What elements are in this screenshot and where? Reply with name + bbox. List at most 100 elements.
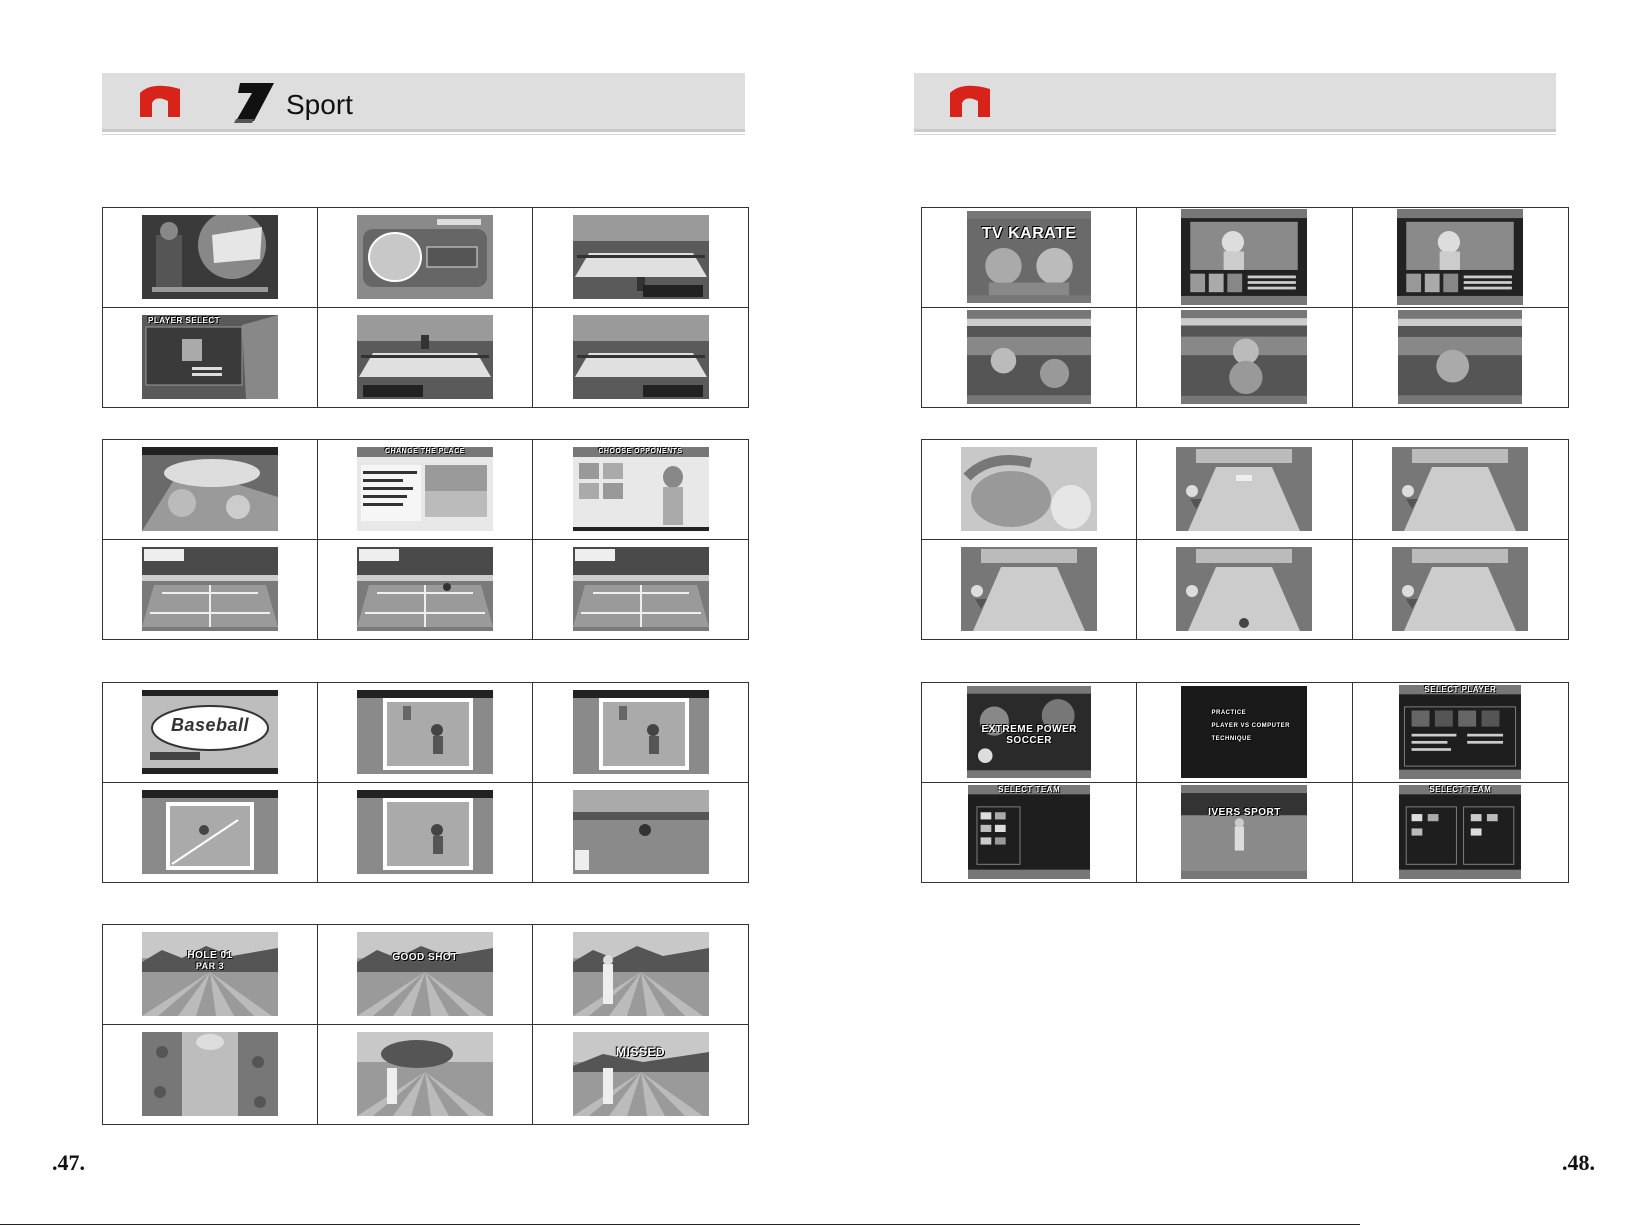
baseball-title-screen: Baseball [142,690,278,775]
baseball-batting-1 [357,690,493,775]
soccer-select-player: SELECT PLAYER [1399,685,1522,780]
screenshot-cell [533,925,748,1025]
screenshot-cell: IVERS SPORT [1137,782,1353,882]
thumb-caption: PLAYER SELECT [148,316,220,326]
karate-fighter-select-1 [1181,209,1308,306]
screenshot-cell [1353,540,1568,640]
brand-logo-icon [948,83,992,119]
thumb-caption: TV KARATE [981,225,1077,243]
tennis-court-3 [572,547,709,632]
thumb-caption: PAR 3 [195,961,225,972]
screenshot-cell [533,208,748,308]
soccer-screenshot-table: EXTREME POWER SOCCER PRACTICE PLAYER VS … [921,682,1569,883]
screenshot-cell: SELECT TEAM [1353,783,1568,883]
golf-missed: MISSED [572,1032,709,1117]
thumb-caption: CHANGE THE PLACE [385,448,465,456]
thumb-caption: IVERS SPORT [1208,807,1281,819]
screenshot-cell [1352,208,1568,308]
bowling-lane-5 [1392,547,1529,632]
golf-swing [572,932,709,1017]
baseball-batting-2 [572,690,709,775]
thumb-caption: GOOD SHOT [392,952,458,964]
screenshot-cell [1352,440,1568,540]
karate-fight-1 [967,310,1092,405]
screenshot-cell [1137,539,1353,639]
ping-pong-title-screen [142,215,278,300]
soccer-select-team-2: SELECT TEAM [1399,785,1522,880]
screenshot-cell: TV KARATE [922,208,1138,308]
karate-fighter-select-2 [1397,209,1524,306]
screenshot-cell: SELECT TEAM [922,782,1138,882]
baseball-batting-3 [357,790,493,875]
brand-logo-icon [138,83,182,119]
screenshot-cell [922,307,1138,407]
screenshot-cell [1353,308,1568,408]
soccer-gameplay: IVERS SPORT [1181,785,1308,880]
ping-pong-gameplay-2 [572,315,709,400]
thumb-caption: HOLE 01 [187,950,233,962]
page-number-left: .47. [52,1150,85,1175]
tennis-court-2 [357,547,493,632]
tennis-title-screen [142,447,278,532]
karate-title-screen: TV KARATE [967,211,1092,304]
thumb-caption: MISSED [615,1045,665,1060]
thumb-caption: Baseball [170,715,250,736]
bowling-title-screen [961,447,1098,532]
screenshot-cell [318,208,533,308]
screenshot-cell [318,1024,533,1124]
bottom-divider [0,1224,1360,1225]
screenshot-cell [103,539,318,639]
thumb-caption: SELECT PLAYER [1424,685,1497,695]
page-number-right: .48. [1562,1150,1595,1175]
screenshot-cell [533,540,748,640]
left-header-bar: Sport [102,73,745,135]
screenshot-cell [1137,208,1353,308]
screenshot-cell: EXTREME POWER SOCCER [922,683,1138,783]
soccer-menu-item: PRACTICE [1211,710,1247,717]
screenshot-cell: Baseball [103,683,318,783]
thumb-caption: EXTREME POWER SOCCER [981,724,1077,747]
soccer-menu-item: TECHNIQUE [1211,736,1252,743]
ping-pong-player-select: PLAYER SELECT [142,315,278,400]
screenshot-cell: CHOOSE OPPONENTS [533,440,748,540]
soccer-main-menu: PRACTICE PLAYER VS COMPUTER TECHNIQUE [1181,686,1308,779]
thumb-caption: SELECT TEAM [1429,785,1492,795]
screenshot-cell [922,440,1138,540]
soccer-menu-item: PLAYER VS COMPUTER [1211,723,1290,730]
thumb-caption: SELECT TEAM [998,785,1061,795]
screenshot-cell: GOOD SHOT [318,925,533,1025]
screenshot-cell: MISSED [533,1025,748,1125]
ping-pong-menu-screen [357,215,493,300]
tennis-place-menu: CHANGE THE PLACE [357,447,493,532]
bowling-lane-4 [1176,547,1313,632]
tennis-opponent-menu: CHOOSE OPPONENTS [572,447,709,532]
ping-pong-table-screen [572,215,709,300]
golf-drive [357,1032,493,1117]
screenshot-cell [533,783,748,883]
screenshot-cell [318,683,533,783]
tennis-screenshot-table: CHANGE THE PLACE CHOOSE OPPONENTS [102,439,749,640]
karate-fight-2 [1181,310,1308,405]
golf-hole-intro: HOLE 01 PAR 3 [142,932,278,1017]
ping-pong-screenshot-table: PLAYER SELECT [102,207,749,408]
bowling-lane-2 [1392,447,1529,532]
baseball-fielding [142,790,278,875]
section-number-icon [230,79,276,123]
bowling-lane-1 [1176,447,1313,532]
screenshot-cell [103,1024,318,1124]
screenshot-cell [103,782,318,882]
screenshot-cell [103,440,318,540]
thumb-caption: CHOOSE OPPONENTS [598,448,683,456]
golf-course-map [142,1032,278,1117]
soccer-title-screen: EXTREME POWER SOCCER [967,686,1092,779]
screenshot-cell [1137,440,1353,540]
screenshot-cell: CHANGE THE PLACE [318,440,533,540]
screenshot-cell: SELECT PLAYER [1352,683,1568,783]
section-title: Sport [286,89,353,120]
ping-pong-gameplay-1 [357,315,493,400]
screenshot-cell: HOLE 01 PAR 3 [103,925,318,1025]
screenshot-cell [533,683,748,783]
screenshot-cell [318,782,533,882]
bowling-lane-3 [961,547,1098,632]
screenshot-cell [318,307,533,407]
